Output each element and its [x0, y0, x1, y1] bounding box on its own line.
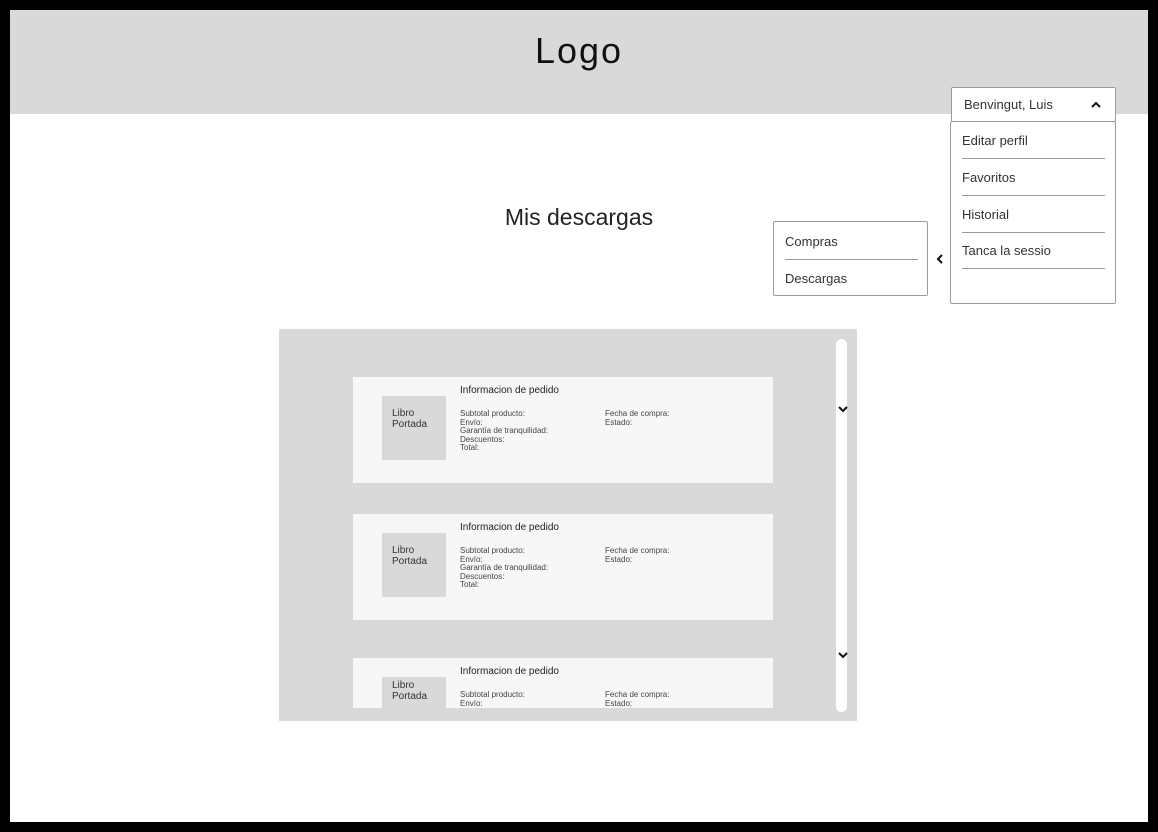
- page-title: Mis descargas: [504, 204, 654, 230]
- book-cover-placeholder: Libro Portada: [382, 396, 446, 460]
- field-label: Estado:: [605, 698, 633, 708]
- order-fields: Subtotal producto: Envío: Garantía de tr…: [460, 409, 548, 453]
- book-cover-placeholder: Libro Portada: [382, 533, 446, 597]
- field-label: Estado:: [605, 417, 633, 427]
- cover-label: Libro: [392, 545, 415, 556]
- historial-submenu: Compras Descargas: [773, 221, 928, 296]
- menu-item-favoritos[interactable]: Favoritos: [962, 160, 1105, 196]
- cover-label: Libro: [392, 680, 415, 691]
- field-label: Estado:: [605, 554, 633, 564]
- order-status-fields: Fecha de compra: Estado:: [605, 409, 669, 427]
- app-frame: Logo Benvingut, Luis Editar perfil Favor…: [10, 10, 1148, 822]
- field-label: Total:: [460, 580, 480, 589]
- book-cover-placeholder: Libro Portada: [382, 677, 446, 708]
- cover-label: Portada: [392, 691, 428, 702]
- order-card: Libro Portada Informacion de pedido Subt…: [353, 377, 773, 483]
- menu-item-tanca-la-sessio[interactable]: Tanca la sessio: [962, 233, 1105, 269]
- cover-label: Portada: [392, 419, 428, 430]
- menu-item-editar-perfil[interactable]: Editar perfil: [962, 123, 1105, 159]
- field-label: Total:: [460, 443, 480, 452]
- chevron-up-icon: [1089, 98, 1103, 112]
- cover-label: Libro: [392, 408, 415, 419]
- order-status-fields: Fecha de compra: Estado:: [605, 690, 669, 708]
- user-name: Benvingut, Luis: [964, 97, 1053, 112]
- order-card: Libro Portada Informacion de pedido Subt…: [353, 658, 773, 708]
- order-title: Informacion de pedido: [460, 522, 559, 533]
- user-menu-button[interactable]: Benvingut, Luis: [951, 87, 1116, 122]
- chevron-down-icon[interactable]: [837, 403, 849, 415]
- order-card: Libro Portada Informacion de pedido Subt…: [353, 514, 773, 620]
- chevron-down-icon[interactable]: [837, 649, 849, 661]
- chevron-left-icon[interactable]: [934, 253, 946, 265]
- logo[interactable]: Logo: [10, 30, 1148, 72]
- order-fields: Subtotal producto: Envío:: [460, 690, 525, 708]
- order-fields: Subtotal producto: Envío: Garantía de tr…: [460, 546, 548, 590]
- order-title: Informacion de pedido: [460, 666, 559, 677]
- field-label: Envío:: [460, 698, 483, 708]
- cover-label: Portada: [392, 556, 428, 567]
- order-title: Informacion de pedido: [460, 385, 559, 396]
- order-status-fields: Fecha de compra: Estado:: [605, 546, 669, 564]
- submenu-item-compras[interactable]: Compras: [785, 223, 918, 260]
- downloads-list: Libro Portada Informacion de pedido Subt…: [279, 329, 857, 721]
- submenu-item-descargas[interactable]: Descargas: [785, 260, 918, 297]
